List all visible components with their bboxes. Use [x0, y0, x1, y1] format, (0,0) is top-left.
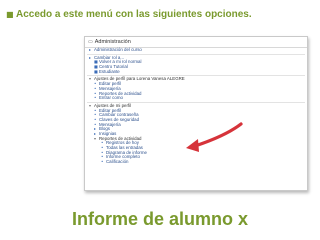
- bullet-icon: ■: [6, 10, 14, 19]
- block-menu-icon: ▭: [88, 39, 93, 45]
- menu-item[interactable]: ▸ Administración del curso: [85, 47, 307, 53]
- menu-item-label: Calificación: [106, 159, 129, 165]
- administration-title: Administración: [94, 39, 131, 45]
- slide: ■ Accedo a este menú con las siguientes …: [0, 0, 320, 240]
- administration-screenshot: ▭ Administración ▸ Administración del cur…: [84, 36, 308, 191]
- administration-menu: ▸ Administración del curso ▸ Cambiar rol a.…: [85, 47, 307, 165]
- menu-item-label: Administración del curso: [94, 47, 142, 52]
- menu-item[interactable]: • Entrar como: [85, 95, 307, 101]
- bullet-point: ■ Accedo a este menú con las siguientes …: [6, 8, 312, 22]
- bullet-text: Accedo a este menú con las siguientes op…: [16, 9, 252, 20]
- slide-title: Informe de alumno x: [71, 209, 249, 229]
- menu-item-label: Entrar como: [99, 95, 123, 101]
- menu-item-label: Estudiante: [99, 68, 120, 74]
- menu-item[interactable]: • Calificación: [85, 159, 307, 165]
- menu-item[interactable]: ■Estudiante: [85, 68, 307, 75]
